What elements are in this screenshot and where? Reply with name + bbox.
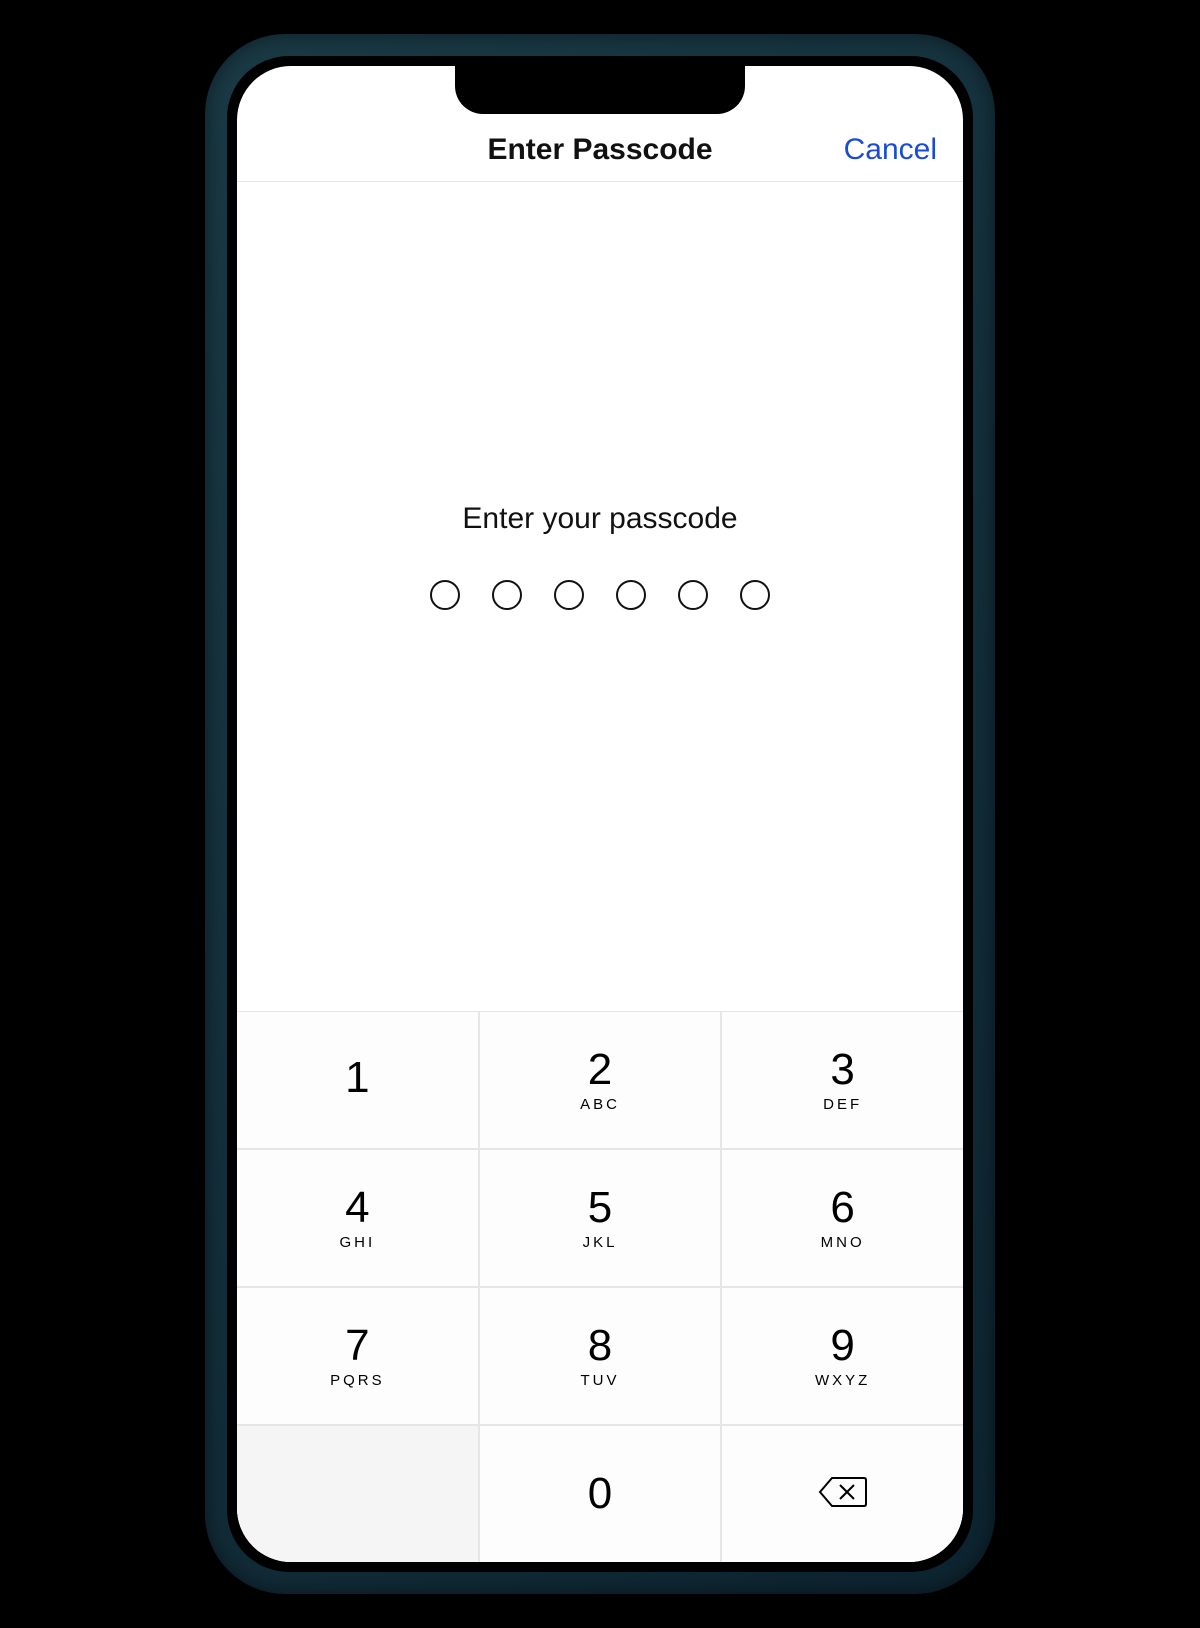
key-digit: 0 (588, 1472, 612, 1516)
key-letters: TUV (580, 1372, 619, 1389)
cancel-button[interactable]: Cancel (844, 133, 937, 167)
key-letters: WXYZ (815, 1372, 870, 1389)
keypad-4[interactable]: 4 GHI (237, 1150, 478, 1286)
key-digit: 5 (588, 1186, 612, 1230)
keypad-6[interactable]: 6 MNO (722, 1150, 963, 1286)
keypad-1[interactable]: 1 (237, 1012, 478, 1148)
passcode-dot (492, 580, 522, 610)
keypad-empty (237, 1426, 478, 1562)
passcode-dot (430, 580, 460, 610)
phone-body: Enter Passcode Cancel Enter your passcod… (227, 56, 973, 1572)
key-letters: ABC (580, 1096, 620, 1113)
phone-case: Enter Passcode Cancel Enter your passcod… (205, 34, 995, 1594)
keypad-9[interactable]: 9 WXYZ (722, 1288, 963, 1424)
passcode-dot (740, 580, 770, 610)
key-digit: 1 (345, 1056, 369, 1100)
backspace-icon (818, 1474, 868, 1515)
key-digit: 4 (345, 1186, 369, 1230)
passcode-prompt: Enter your passcode (462, 502, 737, 536)
phone-screen: Enter Passcode Cancel Enter your passcod… (237, 66, 963, 1562)
passcode-dot (678, 580, 708, 610)
keypad-7[interactable]: 7 PQRS (237, 1288, 478, 1424)
passcode-dots (430, 580, 770, 610)
keypad-delete[interactable] (722, 1426, 963, 1562)
keypad-5[interactable]: 5 JKL (480, 1150, 721, 1286)
keypad-2[interactable]: 2 ABC (480, 1012, 721, 1148)
passcode-dot (554, 580, 584, 610)
key-digit: 8 (588, 1324, 612, 1368)
keypad-0[interactable]: 0 (480, 1426, 721, 1562)
content-area: Enter your passcode (237, 182, 963, 1011)
key-digit: 9 (830, 1324, 854, 1368)
key-letters: JKL (583, 1234, 618, 1251)
keypad-8[interactable]: 8 TUV (480, 1288, 721, 1424)
phone-notch (455, 66, 745, 114)
page-title: Enter Passcode (487, 133, 712, 167)
key-digit: 7 (345, 1324, 369, 1368)
keypad-3[interactable]: 3 DEF (722, 1012, 963, 1148)
key-letters: DEF (823, 1096, 862, 1113)
passcode-dot (616, 580, 646, 610)
key-digit: 2 (588, 1048, 612, 1092)
key-letters: GHI (339, 1234, 375, 1251)
key-digit: 6 (830, 1186, 854, 1230)
key-letters: MNO (821, 1234, 865, 1251)
numeric-keypad: 1 2 ABC 3 DEF 4 GHI 5 JKL (237, 1011, 963, 1562)
key-digit: 3 (830, 1048, 854, 1092)
key-letters: PQRS (330, 1372, 385, 1389)
